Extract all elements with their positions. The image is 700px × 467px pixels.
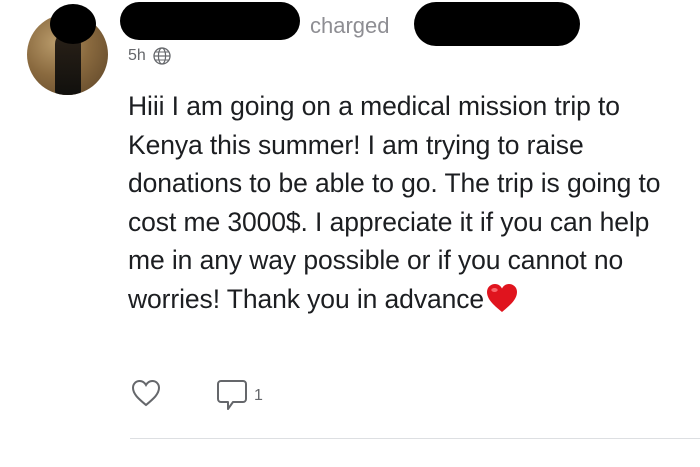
comment-count: 1	[254, 387, 263, 404]
globe-icon	[152, 46, 172, 66]
post-body: Hiii I am going on a medical mission tri…	[128, 87, 688, 318]
redaction-mark	[414, 2, 580, 46]
like-button[interactable]	[130, 378, 162, 408]
post-header-text[interactable]: charged	[310, 13, 390, 39]
red-heart-emoji	[485, 282, 519, 314]
post-meta: 5h	[128, 46, 172, 66]
divider	[130, 438, 700, 439]
comment-bubble-icon	[217, 380, 247, 410]
heart-outline-icon	[131, 379, 161, 407]
post-timestamp[interactable]: 5h	[128, 47, 146, 65]
redaction-mark	[50, 4, 96, 44]
post-body-text: Hiii I am going on a medical mission tri…	[128, 91, 661, 314]
comment-button[interactable]: 1	[216, 378, 263, 412]
redaction-mark	[120, 2, 300, 40]
post-actions: 1	[130, 378, 263, 410]
